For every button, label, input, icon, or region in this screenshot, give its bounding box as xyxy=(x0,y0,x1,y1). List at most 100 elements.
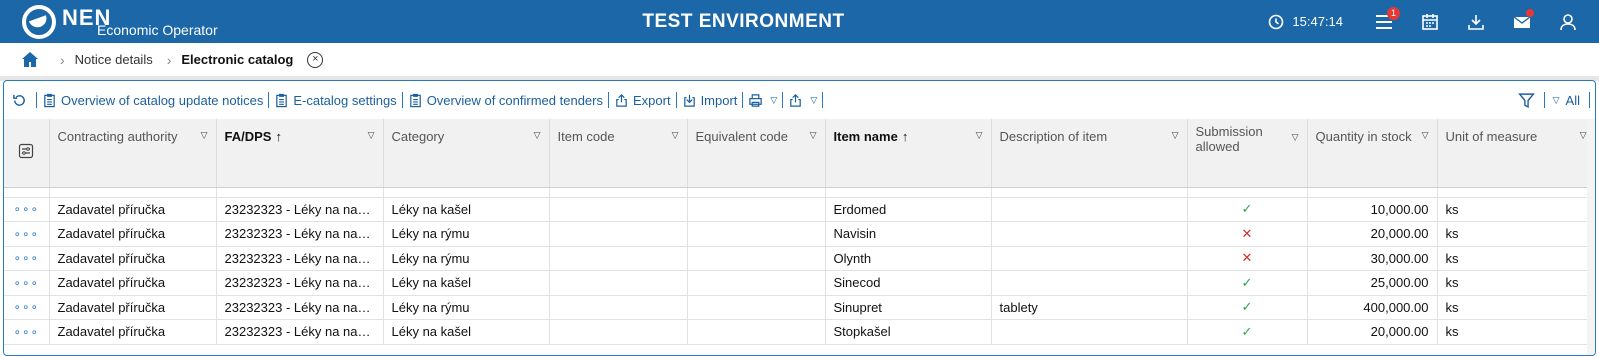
column-header-description[interactable]: Description of item ▽ xyxy=(991,119,1188,188)
table-row[interactable]: ∘∘∘ Zadavatel příručka 23232323 - Léky na … xyxy=(4,197,1595,222)
filter-button[interactable] xyxy=(1517,92,1539,109)
export-icon xyxy=(616,93,627,107)
share-icon xyxy=(790,93,802,107)
row-actions-icon[interactable]: ∘∘∘ xyxy=(4,319,50,345)
cell-item-code xyxy=(549,246,688,271)
column-settings-button[interactable] xyxy=(4,119,50,188)
column-header-equivalent-code[interactable]: Equivalent code ▽ xyxy=(687,119,826,188)
cell-quantity: 20,000.00 xyxy=(1307,319,1438,345)
spacer-cell xyxy=(825,187,992,198)
filter-caret-icon[interactable]: ▽ xyxy=(1580,130,1587,141)
funnel-icon xyxy=(1517,92,1535,108)
toolbar: Overview of catalog update notices E-cat… xyxy=(4,81,1595,119)
ecatalog-settings-button[interactable]: E-catalog settings xyxy=(274,93,397,108)
filter-caret-icon[interactable]: ▽ xyxy=(534,130,541,141)
column-header-category[interactable]: Category ▽ xyxy=(383,119,550,188)
filter-all-label: All xyxy=(1565,92,1580,108)
caret-down-icon: ▽ xyxy=(810,94,818,105)
export-label: Export xyxy=(632,92,671,108)
table-row[interactable]: ∘∘∘ Zadavatel příručka 23232323 - Léky na … xyxy=(4,246,1595,271)
top-header: NEN Economic Operator TEST ENVIRONMENT 1… xyxy=(0,0,1599,43)
chevron-right-icon: › xyxy=(166,51,172,68)
table-row[interactable]: ∘∘∘ Zadavatel příručka 23232323 - Léky na … xyxy=(4,295,1595,320)
cell-unit: ks xyxy=(1437,221,1595,247)
table-row[interactable]: ∘∘∘ Zadavatel příručka 23232323 - Léky na … xyxy=(4,221,1595,247)
row-actions-icon[interactable]: ∘∘∘ xyxy=(4,246,50,271)
row-actions-icon[interactable]: ∘∘∘ xyxy=(4,221,50,247)
row-actions-icon[interactable]: ∘∘∘ xyxy=(4,295,50,320)
menu-button[interactable]: 1 xyxy=(1361,0,1407,43)
filter-caret-icon[interactable]: ▽ xyxy=(368,130,375,141)
column-header-fa-dps[interactable]: FA/DPS ↑ ▽ xyxy=(216,119,384,188)
messages-button[interactable] xyxy=(1499,0,1545,43)
check-icon: ✓ xyxy=(1187,319,1308,345)
spacer-cell xyxy=(49,187,217,198)
check-icon: ✓ xyxy=(1187,270,1308,296)
close-tab-icon[interactable]: × xyxy=(307,51,324,68)
print-menu-button[interactable]: ▽ xyxy=(748,93,777,108)
cell-contracting-authority: Zadavatel příručka xyxy=(49,197,217,222)
caret-down-icon: ▽ xyxy=(770,94,778,105)
filter-caret-icon[interactable]: ▽ xyxy=(976,130,983,141)
spacer-cell xyxy=(549,187,688,198)
share-menu-button[interactable]: ▽ xyxy=(788,93,817,108)
cell-description: tablety xyxy=(991,295,1188,320)
filter-caret-icon[interactable]: ▽ xyxy=(1172,130,1179,141)
calendar-button[interactable] xyxy=(1407,0,1453,43)
filter-caret-icon[interactable]: ▽ xyxy=(810,130,817,141)
table-spacer-row xyxy=(4,187,1595,198)
chevron-right-icon: › xyxy=(60,51,65,68)
cell-description xyxy=(991,270,1188,296)
overview-update-notices-button[interactable]: Overview of catalog update notices xyxy=(42,93,263,108)
cell-item-code xyxy=(549,221,688,247)
column-label: Contracting authority xyxy=(57,129,178,144)
home-button[interactable] xyxy=(0,43,60,76)
row-actions-icon[interactable]: ∘∘∘ xyxy=(4,270,50,296)
cell-description xyxy=(991,221,1188,247)
row-actions-icon[interactable]: ∘∘∘ xyxy=(4,197,50,222)
home-icon xyxy=(22,52,38,67)
clock-icon xyxy=(1269,14,1284,29)
unread-dot xyxy=(1526,9,1534,17)
cross-icon: ✕ xyxy=(1187,246,1308,271)
cell-fa-dps: 23232323 - Léky na nachlazení xyxy=(216,319,384,345)
column-header-item-code[interactable]: Item code ▽ xyxy=(549,119,688,188)
column-header-submission-allowed[interactable]: Submission allowed ▽ xyxy=(1187,119,1308,188)
cell-category: Léky na kašel xyxy=(383,197,550,222)
breadcrumb-notice-details[interactable]: Notice details xyxy=(75,52,153,67)
cell-contracting-authority: Zadavatel příručka xyxy=(49,270,217,296)
cell-fa-dps: 23232323 - Léky na nachlazení xyxy=(216,295,384,320)
filter-caret-icon[interactable]: ▽ xyxy=(201,130,208,141)
cell-quantity: 400,000.00 xyxy=(1307,295,1438,320)
column-label: Equivalent code xyxy=(695,129,789,144)
table-row[interactable]: ∘∘∘ Zadavatel příručka 23232323 - Léky na … xyxy=(4,270,1595,296)
cell-item-name: Sinecod xyxy=(825,270,992,296)
cell-item-name: Stopkašel xyxy=(825,319,992,345)
user-profile-button[interactable] xyxy=(1545,0,1591,43)
filter-caret-icon[interactable]: ▽ xyxy=(1292,130,1299,145)
export-button[interactable]: Export xyxy=(614,93,671,108)
column-header-unit-of-measure[interactable]: Unit of measure ▽ xyxy=(1437,119,1595,188)
download-icon xyxy=(1468,14,1484,30)
refresh-icon xyxy=(13,94,25,106)
breadcrumb: › Notice details › Electronic catalog × xyxy=(0,43,1599,76)
filter-caret-icon[interactable]: ▽ xyxy=(672,130,679,141)
toolbar-separator xyxy=(401,92,403,108)
filter-caret-icon[interactable]: ▽ xyxy=(1422,130,1429,141)
vertical-scrollbar[interactable] xyxy=(1587,119,1595,355)
spacer-cell xyxy=(687,187,826,198)
table-row[interactable]: ∘∘∘ Zadavatel příručka 23232323 - Léky na … xyxy=(4,319,1595,345)
overview-confirmed-tenders-button[interactable]: Overview of confirmed tenders xyxy=(408,93,603,108)
filter-all-dropdown[interactable]: ▽ All xyxy=(1550,93,1580,108)
spacer-cell xyxy=(383,187,550,198)
cell-description xyxy=(991,197,1188,222)
download-button[interactable] xyxy=(1453,0,1499,43)
cell-item-name: Navisin xyxy=(825,221,992,247)
cell-item-code xyxy=(549,270,688,296)
column-header-contracting-authority[interactable]: Contracting authority ▽ xyxy=(49,119,217,188)
column-header-quantity-in-stock[interactable]: Quantity in stock ▽ xyxy=(1307,119,1438,188)
refresh-button[interactable] xyxy=(12,93,31,108)
clock-time: 15:47:14 xyxy=(1292,14,1343,29)
column-header-item-name[interactable]: Item name ↑ ▽ xyxy=(825,119,992,188)
import-button[interactable]: Import xyxy=(682,93,737,108)
